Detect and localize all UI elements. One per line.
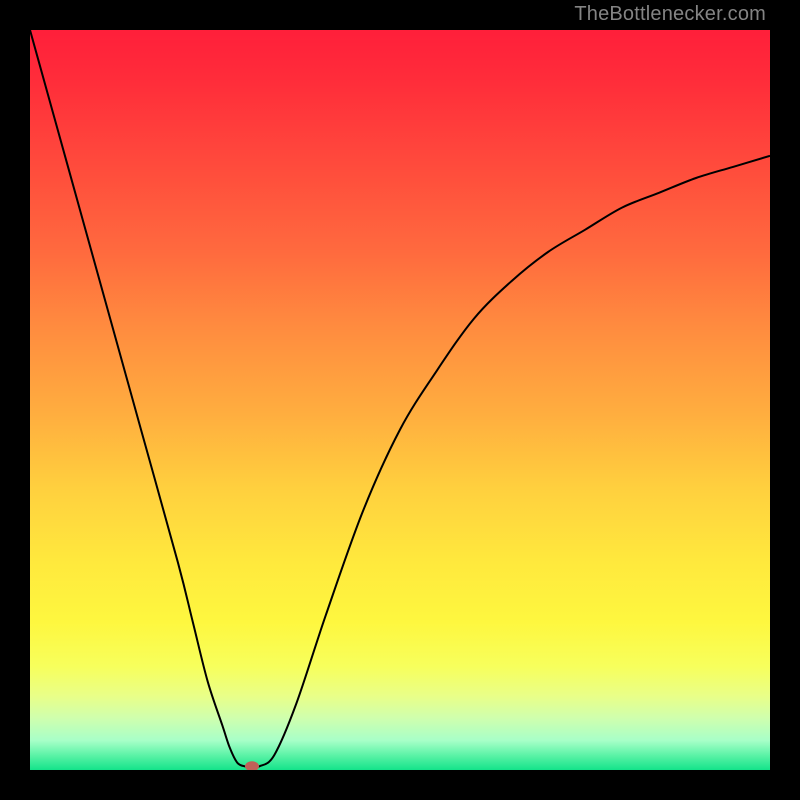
plot-area bbox=[30, 30, 770, 770]
bottleneck-marker bbox=[245, 761, 259, 770]
attribution-text: TheBottlenecker.com bbox=[572, 3, 768, 28]
chart-frame: TheBottlenecker.com bbox=[0, 0, 800, 800]
curve-layer bbox=[30, 30, 770, 770]
bottleneck-curve bbox=[30, 30, 770, 767]
